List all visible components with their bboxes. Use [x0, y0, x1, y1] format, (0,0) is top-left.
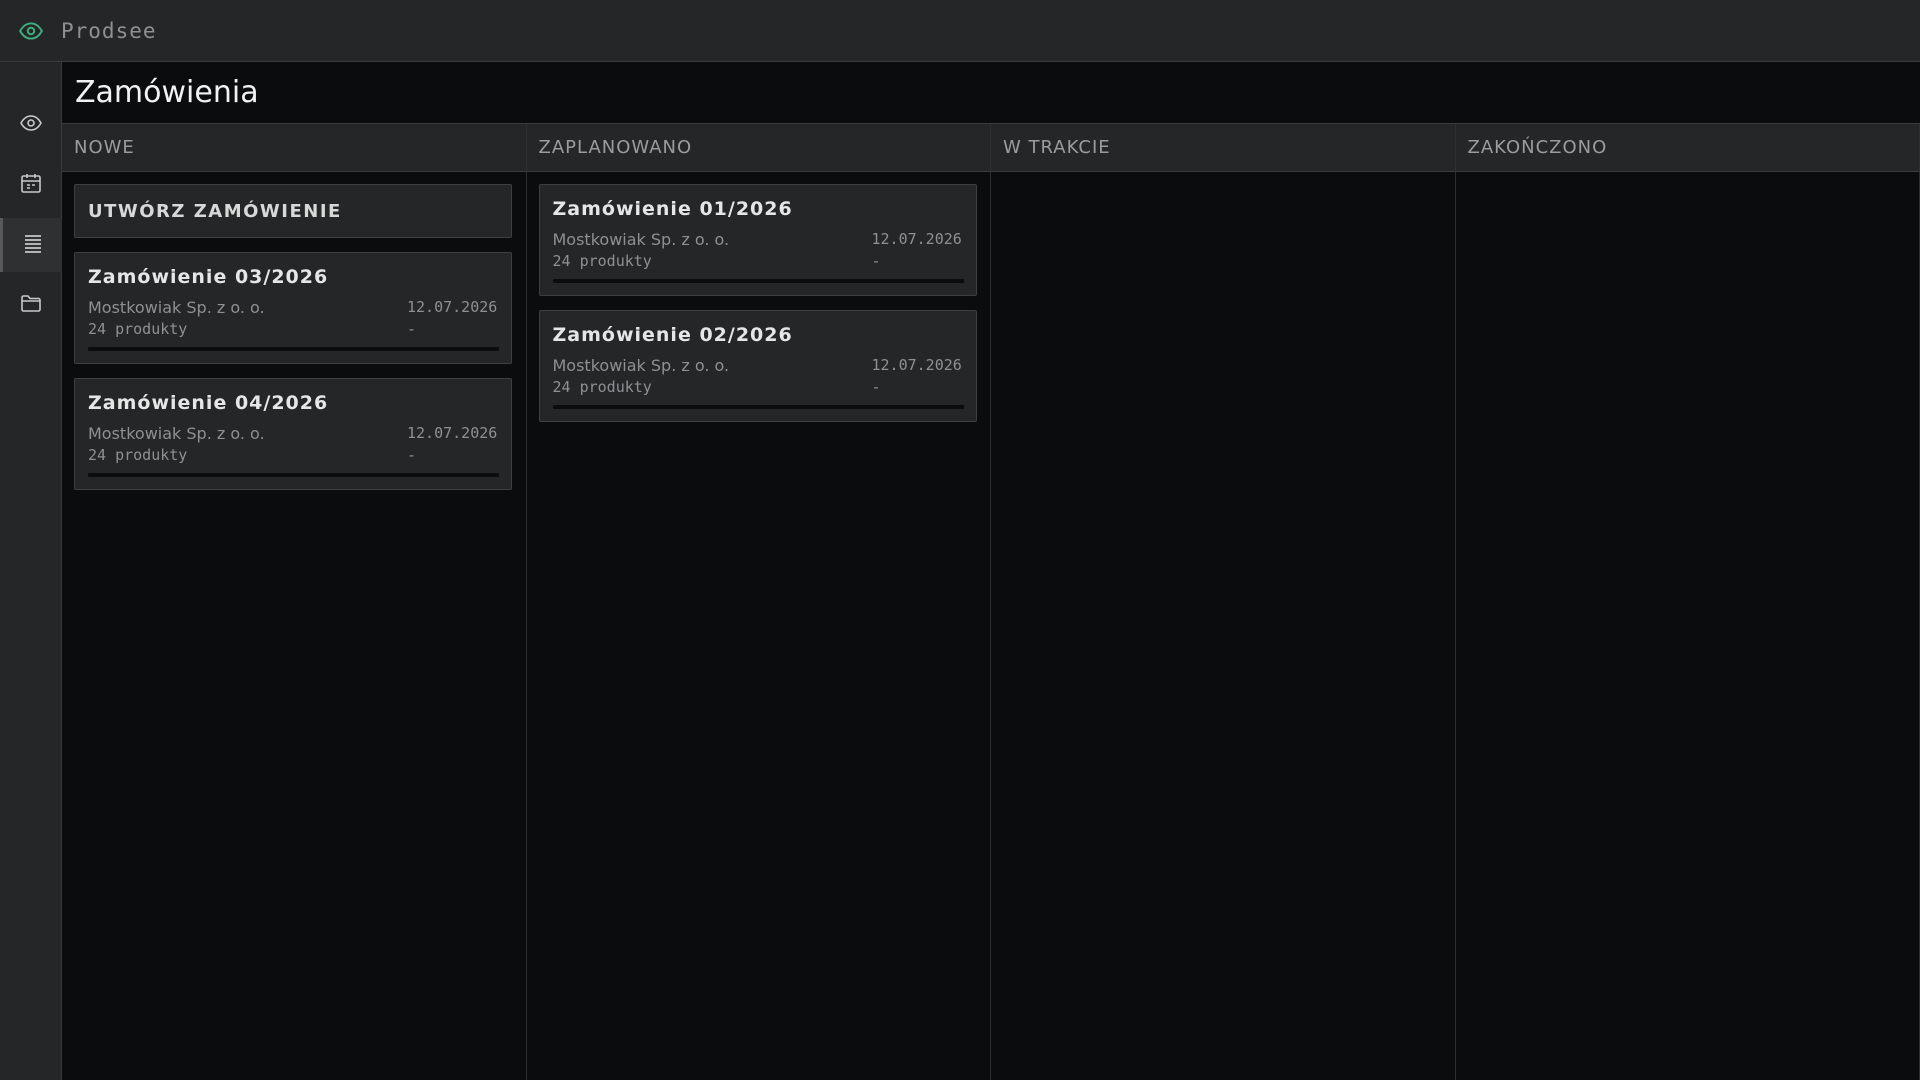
- order-progress-bar: [88, 347, 499, 351]
- sidebar-item-calendar[interactable]: [0, 158, 62, 212]
- calendar-icon: [19, 171, 43, 199]
- order-card[interactable]: Zamówienie 03/2026 Mostkowiak Sp. z o. o…: [74, 252, 512, 364]
- order-title: Zamówienie 03/2026: [88, 266, 329, 288]
- main-content: Zamówienia NOWE UTWÓRZ ZAMÓWIENIE Zamówi…: [62, 62, 1920, 1080]
- order-client: Mostkowiak Sp. z o. o.: [88, 423, 265, 443]
- column-nowe: NOWE UTWÓRZ ZAMÓWIENIE Zamówienie 03/202…: [62, 124, 527, 1080]
- order-date: 12.07.2026: [871, 230, 962, 248]
- order-client: Mostkowiak Sp. z o. o.: [88, 297, 265, 317]
- order-date: 12.07.2026: [407, 424, 498, 442]
- column-zakonczono: ZAKOŃCZONO: [1455, 124, 1920, 1080]
- column-w-trakcie: W TRAKCIE: [991, 124, 1456, 1080]
- eye-icon: [19, 111, 43, 139]
- order-products: 24 produkty: [88, 320, 188, 338]
- kanban-board: NOWE UTWÓRZ ZAMÓWIENIE Zamówienie 03/202…: [62, 124, 1920, 1080]
- column-header: NOWE: [62, 124, 526, 172]
- sidebar: [0, 62, 62, 1080]
- column-header: ZAPLANOWANO: [526, 124, 990, 172]
- order-status: -: [871, 252, 881, 270]
- order-client: Mostkowiak Sp. z o. o.: [552, 229, 730, 249]
- folder-icon: [19, 291, 43, 319]
- column-header: W TRAKCIE: [991, 124, 1455, 172]
- order-status: -: [871, 378, 881, 396]
- order-card[interactable]: Zamówienie 04/2026 Mostkowiak Sp. z o. o…: [74, 378, 512, 490]
- order-date: 12.07.2026: [407, 298, 498, 316]
- column-zaplanowano: ZAPLANOWANO Zamówienie 01/2026 Mostkowia…: [526, 124, 991, 1080]
- order-card[interactable]: Zamówienie 02/2026 Mostkowiak Sp. z o. o…: [538, 310, 977, 422]
- order-products: 24 produkty: [552, 378, 652, 396]
- sidebar-item-files[interactable]: [0, 278, 62, 332]
- order-progress-bar: [88, 473, 499, 477]
- create-order-button[interactable]: UTWÓRZ ZAMÓWIENIE: [74, 184, 512, 238]
- sidebar-item-overview[interactable]: [0, 98, 62, 152]
- order-products: 24 produkty: [552, 252, 652, 270]
- page-title: Zamówienia: [75, 75, 259, 110]
- order-title: Zamówienie 02/2026: [552, 324, 793, 346]
- order-card[interactable]: Zamówienie 01/2026 Mostkowiak Sp. z o. o…: [538, 184, 977, 296]
- order-client: Mostkowiak Sp. z o. o.: [552, 355, 730, 375]
- top-bar: Prodsee: [0, 0, 1920, 62]
- page-header: Zamówienia: [62, 62, 1920, 124]
- app-name: Prodsee: [61, 18, 157, 43]
- order-products: 24 produkty: [88, 446, 188, 464]
- list-icon: [21, 231, 45, 259]
- order-status: -: [407, 320, 417, 338]
- column-header: ZAKOŃCZONO: [1455, 124, 1919, 172]
- eye-icon: [17, 17, 45, 45]
- order-progress-bar: [552, 405, 964, 409]
- sidebar-item-orders[interactable]: [0, 218, 62, 272]
- order-title: Zamówienie 04/2026: [88, 392, 329, 414]
- order-title: Zamówienie 01/2026: [552, 198, 793, 220]
- order-progress-bar: [552, 279, 964, 283]
- order-status: -: [407, 446, 417, 464]
- order-date: 12.07.2026: [871, 356, 962, 374]
